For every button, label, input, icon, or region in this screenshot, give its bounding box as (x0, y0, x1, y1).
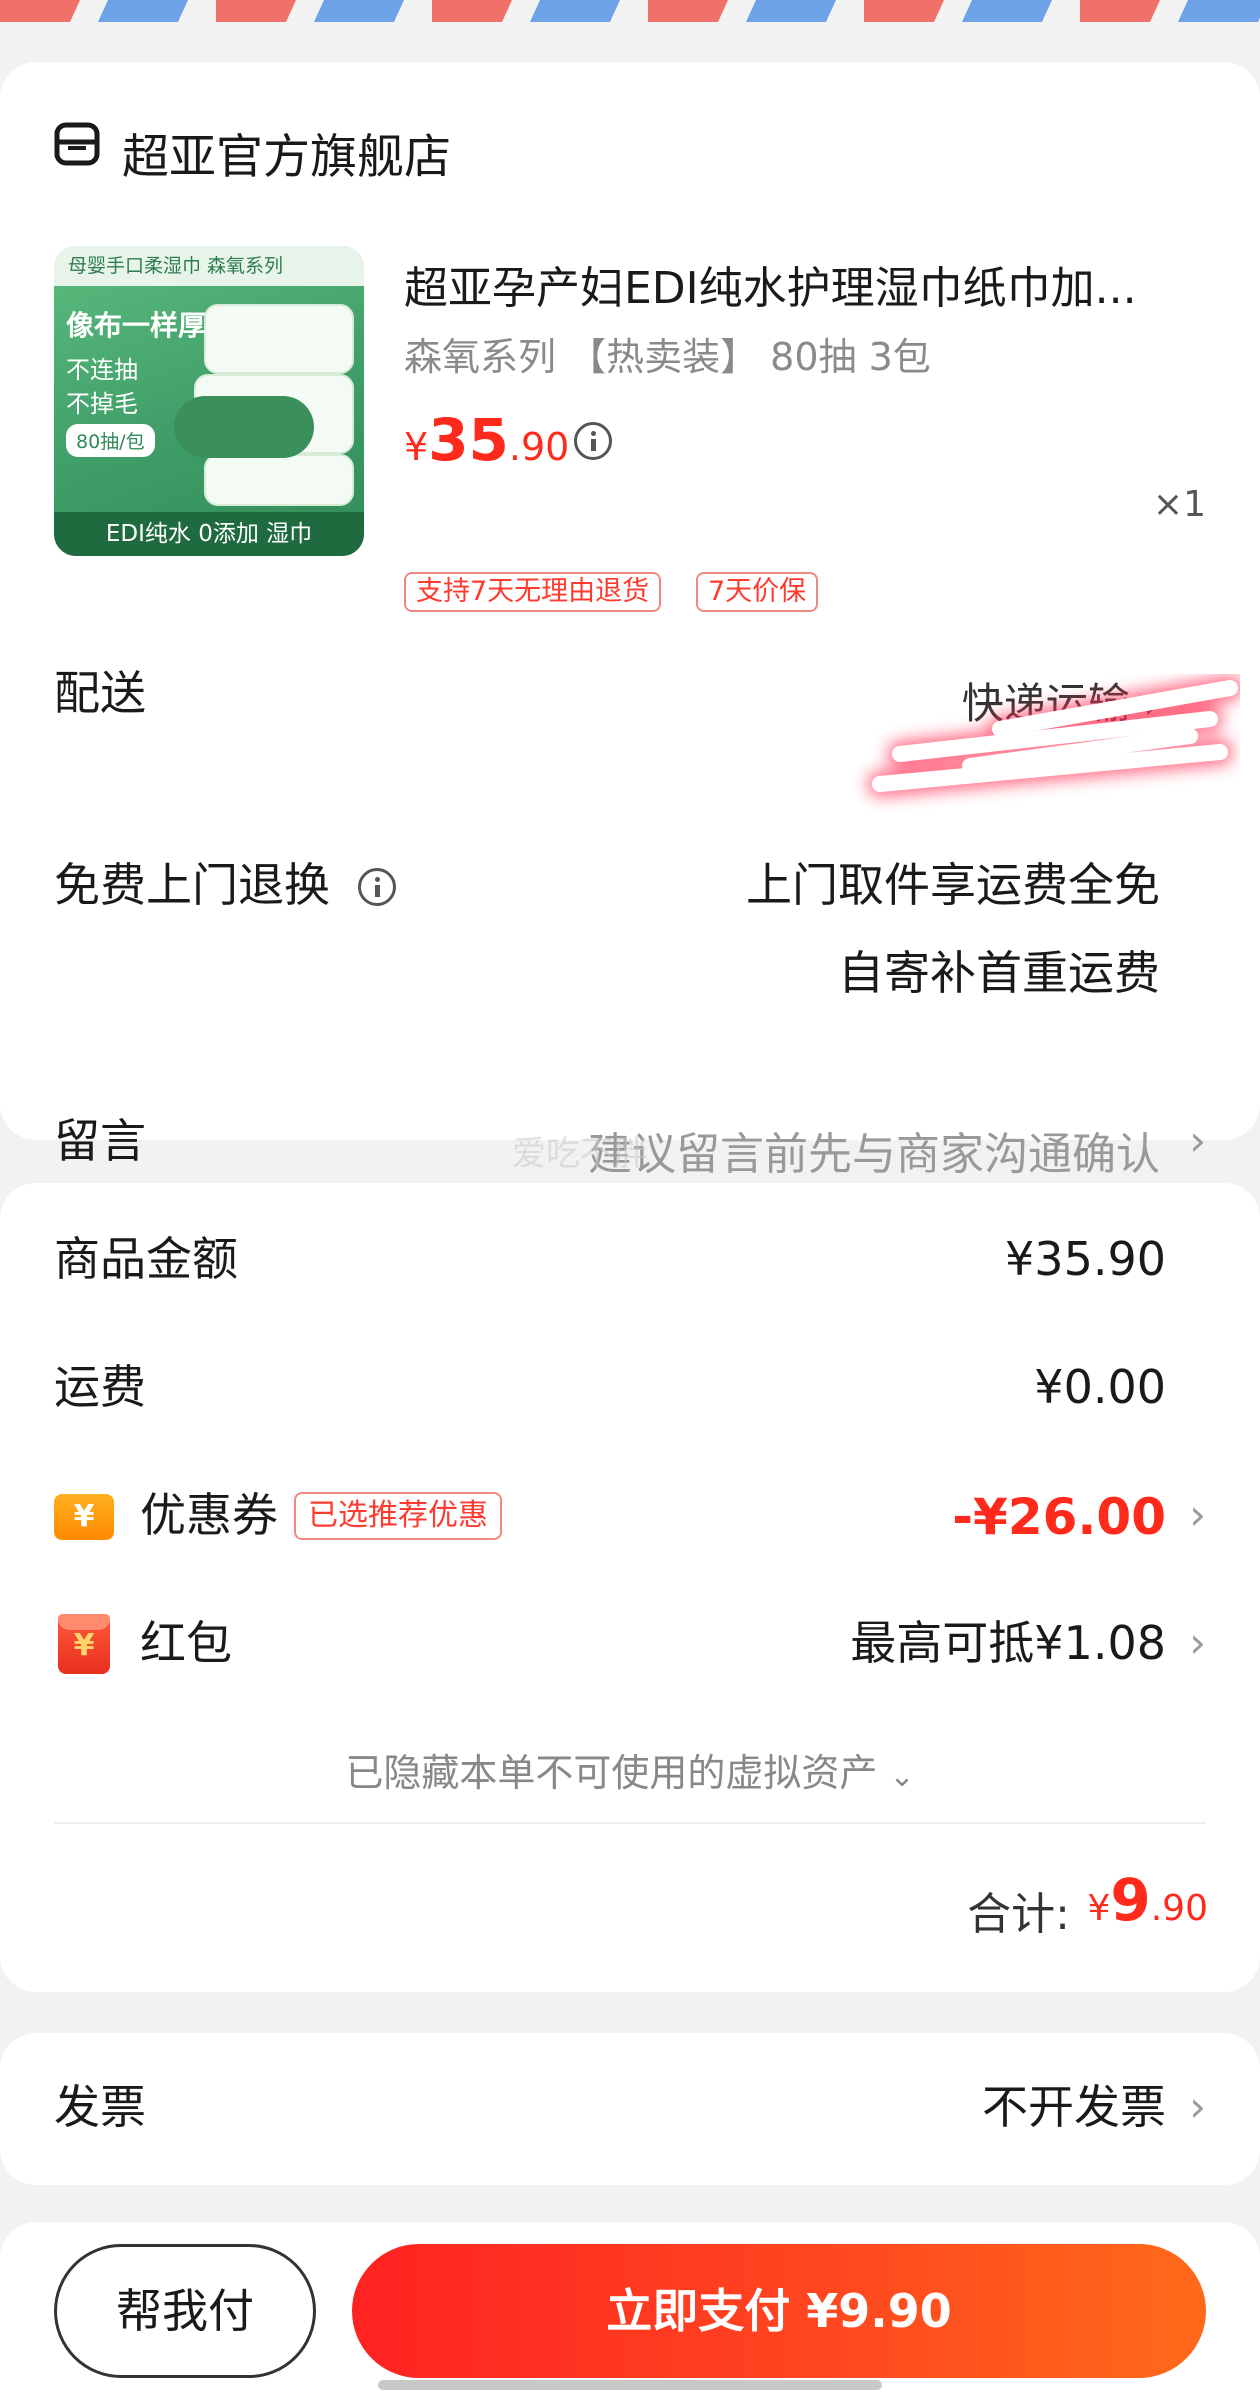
total-price: ¥9.90 (1087, 1866, 1208, 1934)
product-spec[interactable]: 森氧系列 【热卖装】 80抽 3包 (404, 326, 931, 381)
note-chevron-icon[interactable]: › (1189, 1120, 1206, 1162)
product-title[interactable]: 超亚孕产妇EDI纯水护理湿巾纸巾加... (404, 252, 1184, 316)
thumb-line2: 不掉毛 (66, 390, 138, 418)
coupon-icon: ¥ (54, 1494, 114, 1540)
total-integer: 9 (1110, 1866, 1151, 1934)
totals-card (0, 1183, 1260, 1992)
return-service-line2: 自寄补首重运费 (838, 946, 1160, 1000)
tag-price-protect: 7天价保 (696, 572, 819, 612)
price-currency: ¥ (404, 425, 429, 469)
watermark: 爱吃不胖 (512, 1134, 648, 1174)
invoice-value[interactable]: 不开发票 (982, 2084, 1166, 2130)
total-currency: ¥ (1087, 1888, 1111, 1929)
goods-amount-label: 商品金额 (54, 1232, 238, 1286)
coupon-chevron-icon[interactable]: › (1189, 1494, 1206, 1536)
note-input[interactable]: 建议留言前先与商家沟通确认 (588, 1118, 1160, 1182)
order-card: 超亚官方旗舰店 母婴手口柔湿巾 森氧系列 像布一样厚 不连抽 不掉毛 80抽/包… (0, 62, 1260, 1180)
thumb-line1: 不连抽 (66, 356, 138, 384)
chevron-down-icon: ⌄ (889, 1759, 915, 1794)
help-me-pay-button[interactable]: 帮我付 (54, 2244, 316, 2378)
divider (54, 1822, 1206, 1824)
coupon-value[interactable]: -¥26.00 (952, 1488, 1166, 1546)
red-packet-value[interactable]: 最高可抵¥1.08 (850, 1620, 1166, 1666)
store-name[interactable]: 超亚官方旗舰店 (122, 118, 451, 187)
thumb-bottom-text: EDI纯水 0添加 湿巾 (54, 512, 364, 556)
goods-amount-value: ¥35.90 (1005, 1232, 1166, 1286)
store-icon (54, 122, 100, 166)
thumb-cloud-graphic (174, 396, 314, 458)
product-image[interactable]: 母婴手口柔湿巾 森氧系列 像布一样厚 不连抽 不掉毛 80抽/包 EDI纯水 0… (54, 246, 364, 556)
invoice-chevron-icon[interactable]: › (1189, 2086, 1206, 2128)
thumb-pack-graphic (204, 304, 354, 374)
price-integer: 35 (428, 406, 509, 474)
pay-now-button[interactable]: 立即支付 ¥9.90 (352, 2244, 1206, 2378)
invoice-label: 发票 (54, 2080, 146, 2134)
red-packet-label: 红包 (140, 1616, 232, 1670)
red-packet-icon: ¥ (58, 1614, 110, 1674)
quantity: ×1 (1152, 484, 1206, 525)
home-indicator (378, 2380, 882, 2390)
thumb-top-text: 母婴手口柔湿巾 森氧系列 (54, 246, 364, 286)
hidden-assets-text: 已隐藏本单不可使用的虚拟资产 (345, 1751, 878, 1795)
coupon-recommended-badge: 已选推荐优惠 (294, 1492, 502, 1540)
thumb-pill: 80抽/包 (66, 424, 155, 457)
price-decimal: .90 (508, 425, 570, 469)
return-info-icon[interactable] (358, 868, 396, 906)
hidden-assets-toggle[interactable]: 已隐藏本单不可使用的虚拟资产 ⌄ (0, 1742, 1260, 1797)
total-label: 合计: (967, 1889, 1070, 1940)
shipping-label: 运费 (54, 1360, 146, 1414)
airmail-border (0, 0, 1260, 22)
thumb-headline: 像布一样厚 (66, 309, 207, 342)
return-service-label: 免费上门退换 (54, 858, 330, 912)
redaction-scribble (867, 675, 1240, 797)
tag-7day-return: 支持7天无理由退货 (404, 572, 662, 612)
note-label: 留言 (54, 1114, 146, 1168)
delivery-label: 配送 (54, 666, 146, 720)
product-price: ¥35.90 (404, 406, 569, 474)
red-packet-chevron-icon[interactable]: › (1189, 1622, 1206, 1664)
return-service-line1: 上门取件享运费全免 (746, 858, 1160, 912)
shipping-value: ¥0.00 (1034, 1360, 1166, 1414)
price-info-icon[interactable] (574, 422, 612, 460)
coupon-label: 优惠券 (140, 1488, 278, 1542)
thumb-pack-graphic (204, 454, 354, 506)
total-decimal: .90 (1150, 1888, 1208, 1929)
